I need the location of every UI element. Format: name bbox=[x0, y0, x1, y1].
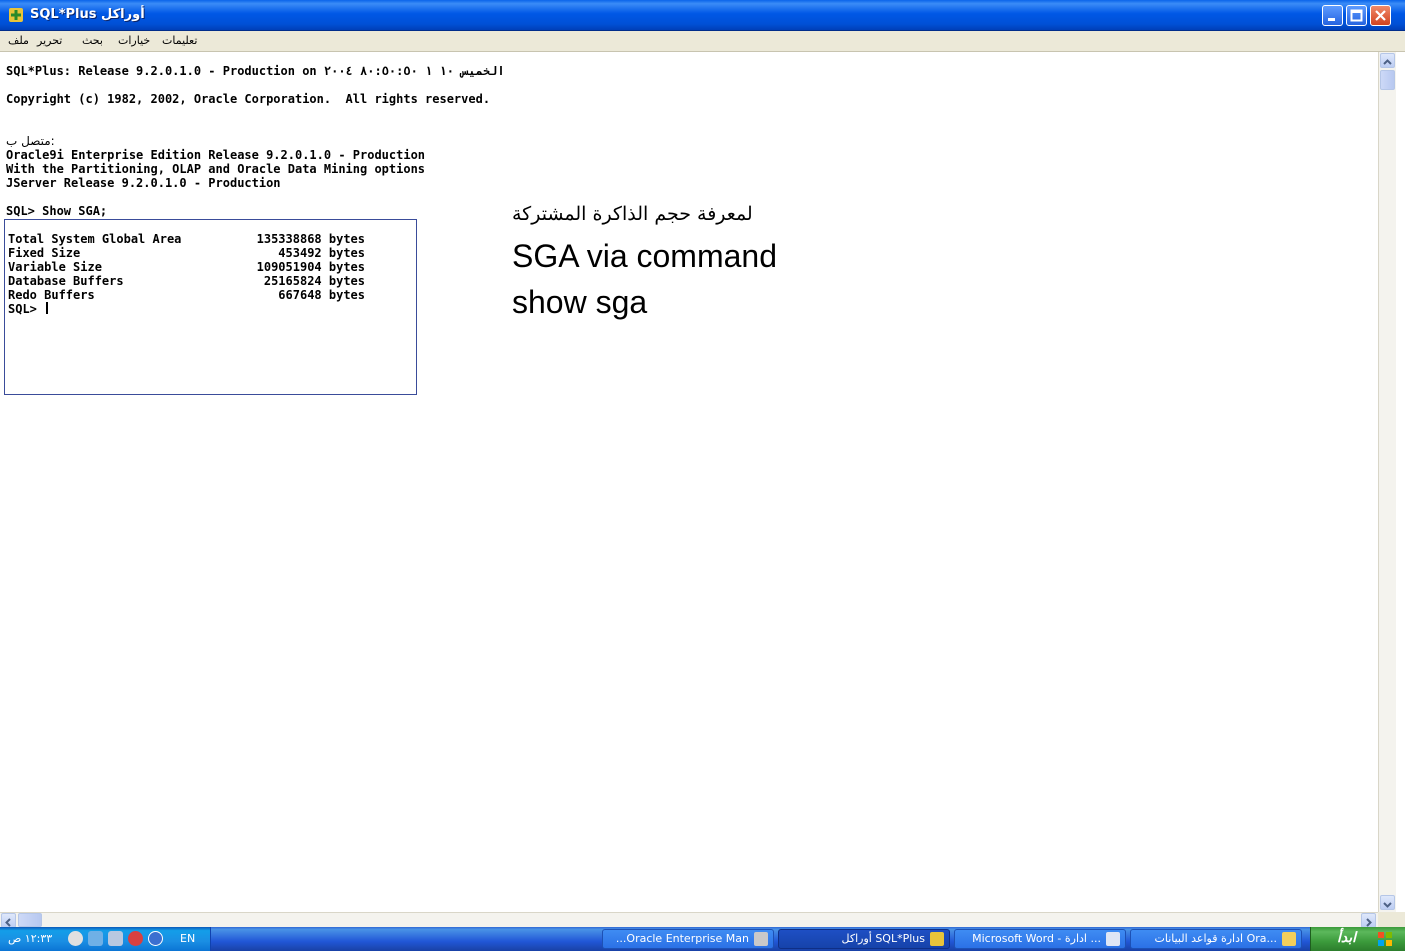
console-output[interactable]: SQL*Plus: Release 9.2.0.1.0 - Production… bbox=[0, 52, 1378, 912]
taskbar: ١٢:٣٣ ص EN ...Oracle Enterprise Man أورا… bbox=[0, 927, 1405, 951]
annotation-arabic: لمعرفة حجم الذاكرة المشتركة bbox=[512, 203, 753, 225]
sga-value: 109051904 bytes bbox=[256, 260, 365, 274]
start-button[interactable]: ابدأ bbox=[1310, 927, 1405, 951]
word-document-icon bbox=[1106, 932, 1120, 946]
sga-output-box: Total System Global Area 135338868 bytes… bbox=[4, 219, 417, 395]
task-label: ...Oracle Enterprise Man bbox=[615, 932, 749, 945]
horizontal-scroll-thumb[interactable] bbox=[18, 913, 42, 927]
menu-options[interactable]: خيارات bbox=[118, 34, 150, 47]
sqlplus-app-icon bbox=[930, 932, 944, 946]
taskbar-button-oem[interactable]: ...Oracle Enterprise Man bbox=[602, 929, 774, 949]
sga-label: Database Buffers bbox=[8, 274, 124, 288]
tray-icon[interactable] bbox=[88, 931, 103, 946]
connected-label: :متصل ب bbox=[6, 134, 55, 148]
annotation-line-1: SGA via command bbox=[512, 238, 777, 274]
menu-search[interactable]: بحث bbox=[82, 34, 103, 47]
sga-value: 453492 bytes bbox=[278, 246, 365, 260]
chevron-up-icon bbox=[1383, 59, 1392, 65]
minimize-button[interactable] bbox=[1322, 5, 1343, 26]
prompt-text: SQL> bbox=[8, 302, 37, 316]
banner-line: Oracle9i Enterprise Edition Release 9.2.… bbox=[6, 148, 426, 162]
banner-line: JServer Release 9.2.0.1.0 - Production bbox=[6, 176, 281, 190]
task-label: Microsoft Word - ادارة ... bbox=[972, 932, 1101, 945]
show-hidden-icons-button[interactable] bbox=[148, 931, 163, 946]
scroll-left-button[interactable] bbox=[1, 913, 16, 928]
sga-value: 25165824 bytes bbox=[263, 274, 365, 288]
annotation-line-2: show sga bbox=[512, 284, 648, 320]
oracle-em-icon bbox=[754, 932, 768, 946]
minimize-icon bbox=[1328, 18, 1335, 21]
menu-file[interactable]: ملف bbox=[8, 34, 29, 47]
task-label: ادارة قواعد البيانات Ora... bbox=[1154, 932, 1277, 945]
tray-icon[interactable] bbox=[128, 931, 143, 946]
start-label: ابدأ bbox=[1337, 930, 1357, 946]
clock[interactable]: ١٢:٣٣ ص bbox=[8, 932, 52, 945]
system-tray: ١٢:٣٣ ص EN bbox=[0, 927, 211, 951]
taskbar-button-sqlplus[interactable]: أوراكل SQL*Plus bbox=[778, 929, 950, 949]
sga-value: 667648 bytes bbox=[278, 288, 365, 302]
folder-icon bbox=[1282, 932, 1296, 946]
horizontal-scrollbar[interactable] bbox=[0, 912, 1378, 928]
taskbar-button-folder[interactable]: ادارة قواعد البيانات Ora... bbox=[1130, 929, 1302, 949]
language-indicator[interactable]: EN bbox=[180, 932, 195, 945]
scroll-right-button[interactable] bbox=[1361, 913, 1376, 928]
sga-label: Redo Buffers bbox=[8, 288, 95, 302]
windows-logo-icon bbox=[1378, 932, 1392, 946]
resize-grip[interactable] bbox=[1378, 912, 1405, 927]
taskbar-button-word[interactable]: Microsoft Word - ادارة ... bbox=[954, 929, 1126, 949]
release-line: SQL*Plus: Release 9.2.0.1.0 - Production… bbox=[6, 64, 505, 78]
scroll-down-button[interactable] bbox=[1380, 895, 1395, 910]
menu-bar: ملف تحرير بحث خيارات تعليمات bbox=[0, 31, 1405, 52]
chevron-down-icon bbox=[1383, 902, 1392, 908]
window-title: أوراكل SQL*Plus bbox=[30, 7, 145, 22]
maximize-button[interactable] bbox=[1346, 5, 1367, 26]
scroll-up-button[interactable] bbox=[1380, 53, 1395, 68]
sga-label: Variable Size bbox=[8, 260, 102, 274]
task-label: أوراكل SQL*Plus bbox=[841, 932, 925, 945]
copyright-line: Copyright (c) 1982, 2002, Oracle Corpora… bbox=[6, 92, 491, 106]
vertical-scroll-thumb[interactable] bbox=[1380, 70, 1395, 90]
sga-value: 135338868 bytes bbox=[256, 232, 365, 246]
vertical-scrollbar[interactable] bbox=[1378, 52, 1396, 912]
maximize-icon bbox=[1350, 9, 1363, 22]
banner-line: With the Partitioning, OLAP and Oracle D… bbox=[6, 162, 426, 176]
sql-prompt[interactable]: SQL> bbox=[8, 302, 49, 316]
close-icon bbox=[1375, 10, 1386, 21]
menu-edit[interactable]: تحرير bbox=[37, 34, 62, 47]
sqlplus-app-icon[interactable] bbox=[8, 7, 24, 23]
menu-help[interactable]: تعليمات bbox=[162, 34, 197, 47]
tray-icon[interactable] bbox=[108, 931, 123, 946]
close-button[interactable] bbox=[1370, 5, 1391, 26]
sga-label: Fixed Size bbox=[8, 246, 81, 260]
sql-command: SQL> Show SGA; bbox=[6, 204, 108, 218]
text-cursor bbox=[46, 302, 49, 314]
sga-label: Total System Global Area bbox=[8, 232, 182, 246]
title-bar[interactable]: أوراكل SQL*Plus bbox=[0, 0, 1405, 31]
tray-icon[interactable] bbox=[68, 931, 83, 946]
